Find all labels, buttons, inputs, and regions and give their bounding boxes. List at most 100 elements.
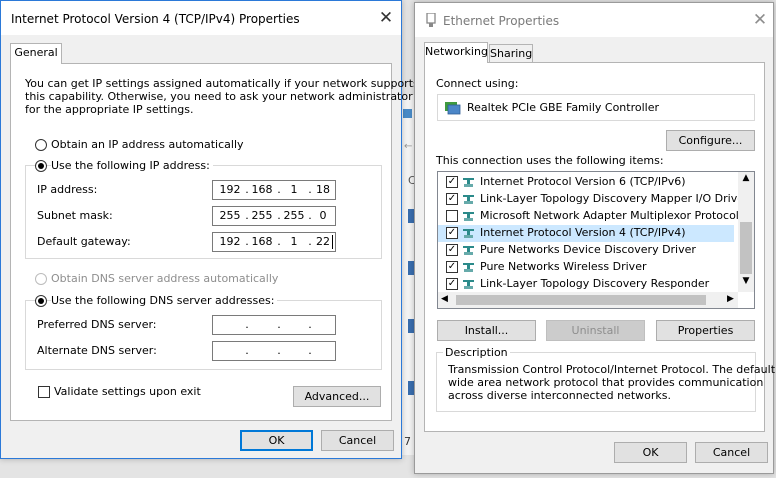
protocol-icon (463, 212, 474, 221)
background-digit: 7 (404, 435, 411, 448)
gateway-dot: . (277, 235, 281, 248)
ip-address-label: IP address: (37, 183, 98, 196)
gateway-octet: 192 (219, 235, 241, 248)
network-adapter-icon (426, 13, 436, 27)
mask-octet: 255 (219, 209, 241, 222)
mask-octet: 255 (283, 209, 305, 222)
network-card-icon (445, 102, 461, 115)
advanced-button[interactable]: Advanced... (293, 386, 381, 407)
tab-sharing[interactable]: Sharing (489, 44, 533, 63)
default-gateway-label: Default gateway: (37, 235, 131, 248)
list-item[interactable]: ✓ Link-Layer Topology Discovery Mapper I… (438, 191, 749, 208)
general-tab-panel: You can get IP settings assigned automat… (10, 63, 419, 421)
list-item[interactable]: ✓ Pure Networks Device Discovery Driver (438, 242, 734, 259)
adapter-name: Realtek PCIe GBE Family Controller (467, 101, 660, 114)
close-icon[interactable]: ✕ (375, 7, 397, 29)
validate-settings-checkbox[interactable] (38, 386, 50, 398)
list-item[interactable]: Microsoft Network Adapter Multiplexor Pr… (438, 208, 739, 225)
gateway-dot: . (245, 235, 249, 248)
ipv4-description-line: You can get IP settings assigned automat… (25, 77, 419, 90)
scroll-left-icon[interactable]: ◀ (441, 294, 448, 304)
protocol-icon (463, 178, 474, 187)
item-checkbox[interactable]: ✓ (446, 244, 458, 256)
scrollbar-thumb[interactable] (740, 222, 752, 274)
ethernet-dialog-title: Ethernet Properties (443, 14, 560, 28)
install-button[interactable]: Install... (437, 320, 536, 341)
ip-octet: 18 (316, 183, 330, 196)
item-label: Microsoft Network Adapter Multiplexor Pr… (480, 209, 739, 222)
item-checkbox[interactable]: ✓ (446, 278, 458, 290)
ethernet-properties-dialog: Ethernet Properties ✕ Networking Sharing… (414, 2, 775, 474)
list-item[interactable]: ✓ Internet Protocol Version 6 (TCP/IPv6) (438, 174, 734, 191)
protocol-icon (463, 195, 474, 204)
ipv4-titlebar: Internet Protocol Version 4 (TCP/IPv4) P… (1, 1, 401, 35)
item-label: Link-Layer Topology Discovery Mapper I/O… (480, 192, 749, 205)
vertical-scrollbar[interactable]: ▲ ▼ (738, 172, 754, 292)
radio-obtain-dns-auto[interactable] (35, 273, 47, 285)
uninstall-button[interactable]: Uninstall (546, 320, 645, 341)
item-checkbox[interactable]: ✓ (446, 193, 458, 205)
item-checkbox[interactable]: ✓ (446, 261, 458, 273)
default-gateway-field[interactable]: 192 . 168 . 1 . 22 (212, 232, 336, 252)
radio-use-following-ip[interactable] (35, 160, 47, 172)
mask-dot: . (277, 209, 281, 222)
radio-obtain-dns-auto-label[interactable]: Obtain DNS server address automatically (51, 272, 278, 285)
ok-button[interactable]: OK (240, 430, 313, 451)
radio-use-following-ip-label[interactable]: Use the following IP address: (51, 159, 213, 172)
item-label: Pure Networks Device Discovery Driver (480, 243, 696, 256)
radio-obtain-ip-auto-label[interactable]: Obtain an IP address automatically (51, 138, 244, 151)
horizontal-scrollbar[interactable]: ◀ ▶ (438, 292, 738, 308)
radio-obtain-ip-auto[interactable] (35, 139, 47, 151)
tab-networking[interactable]: Networking (424, 42, 488, 63)
configure-button[interactable]: Configure... (666, 130, 755, 151)
ip-address-field[interactable]: 192 . 168 . 1 . 18 (212, 180, 336, 200)
list-item[interactable]: ✓ Internet Protocol Version 4 (TCP/IPv4) (438, 225, 734, 242)
scroll-down-icon[interactable]: ▼ (738, 276, 754, 286)
gateway-octet: 22 (316, 235, 330, 248)
validate-settings-label[interactable]: Validate settings upon exit (54, 385, 201, 398)
alternate-dns-field[interactable]: . . . (212, 341, 336, 361)
item-checkbox[interactable]: ✓ (446, 176, 458, 188)
item-label: Pure Networks Wireless Driver (480, 260, 647, 273)
preferred-dns-field[interactable]: . . . (212, 315, 336, 335)
connect-using-label: Connect using: (436, 77, 519, 90)
gateway-octet: 1 (290, 235, 298, 248)
description-text-line: across diverse interconnected networks. (448, 389, 671, 402)
gateway-octet: 168 (251, 235, 273, 248)
mask-octet: 0 (319, 209, 327, 222)
subnet-mask-field[interactable]: 255 . 255 . 255 . 0 (212, 206, 336, 226)
tab-general[interactable]: General (10, 43, 62, 64)
ok-button[interactable]: OK (614, 442, 687, 463)
dns-dot: . (277, 318, 281, 331)
dns-dot: . (245, 318, 249, 331)
dns-dot: . (308, 344, 312, 357)
item-label: Internet Protocol Version 4 (TCP/IPv4) (480, 226, 686, 239)
background-window: ← C 7 (401, 95, 416, 455)
description-text-line: wide area network protocol that provides… (448, 376, 764, 389)
scroll-up-icon[interactable]: ▲ (738, 173, 754, 183)
item-checkbox[interactable]: ✓ (446, 227, 458, 239)
alternate-dns-label: Alternate DNS server: (37, 344, 157, 357)
item-checkbox[interactable] (446, 210, 458, 222)
item-label: Internet Protocol Version 6 (TCP/IPv6) (480, 175, 686, 188)
list-item[interactable]: ✓ Link-Layer Topology Discovery Responde… (438, 276, 734, 293)
scrollbar-thumb[interactable] (456, 295, 706, 305)
adapter-field: Realtek PCIe GBE Family Controller (437, 94, 755, 121)
properties-button[interactable]: Properties (656, 320, 755, 341)
close-icon[interactable]: ✕ (749, 9, 771, 31)
ipv4-properties-dialog: Internet Protocol Version 4 (TCP/IPv4) P… (0, 0, 419, 459)
scroll-right-icon[interactable]: ▶ (727, 294, 734, 304)
protocol-icon (463, 229, 474, 238)
ipv4-dialog-title: Internet Protocol Version 4 (TCP/IPv4) P… (11, 12, 300, 26)
radio-use-following-dns[interactable] (35, 295, 47, 307)
description-title: Description (443, 346, 510, 359)
protocol-icon (463, 280, 474, 289)
background-arrow-icon: ← (404, 141, 413, 152)
cancel-button[interactable]: Cancel (321, 430, 394, 451)
mask-dot: . (245, 209, 249, 222)
radio-use-following-dns-label[interactable]: Use the following DNS server addresses: (51, 294, 278, 307)
connection-items-label: This connection uses the following items… (436, 154, 664, 167)
list-item[interactable]: ✓ Pure Networks Wireless Driver (438, 259, 734, 276)
cancel-button[interactable]: Cancel (695, 442, 768, 463)
ethernet-titlebar: Ethernet Properties ✕ (415, 3, 773, 37)
